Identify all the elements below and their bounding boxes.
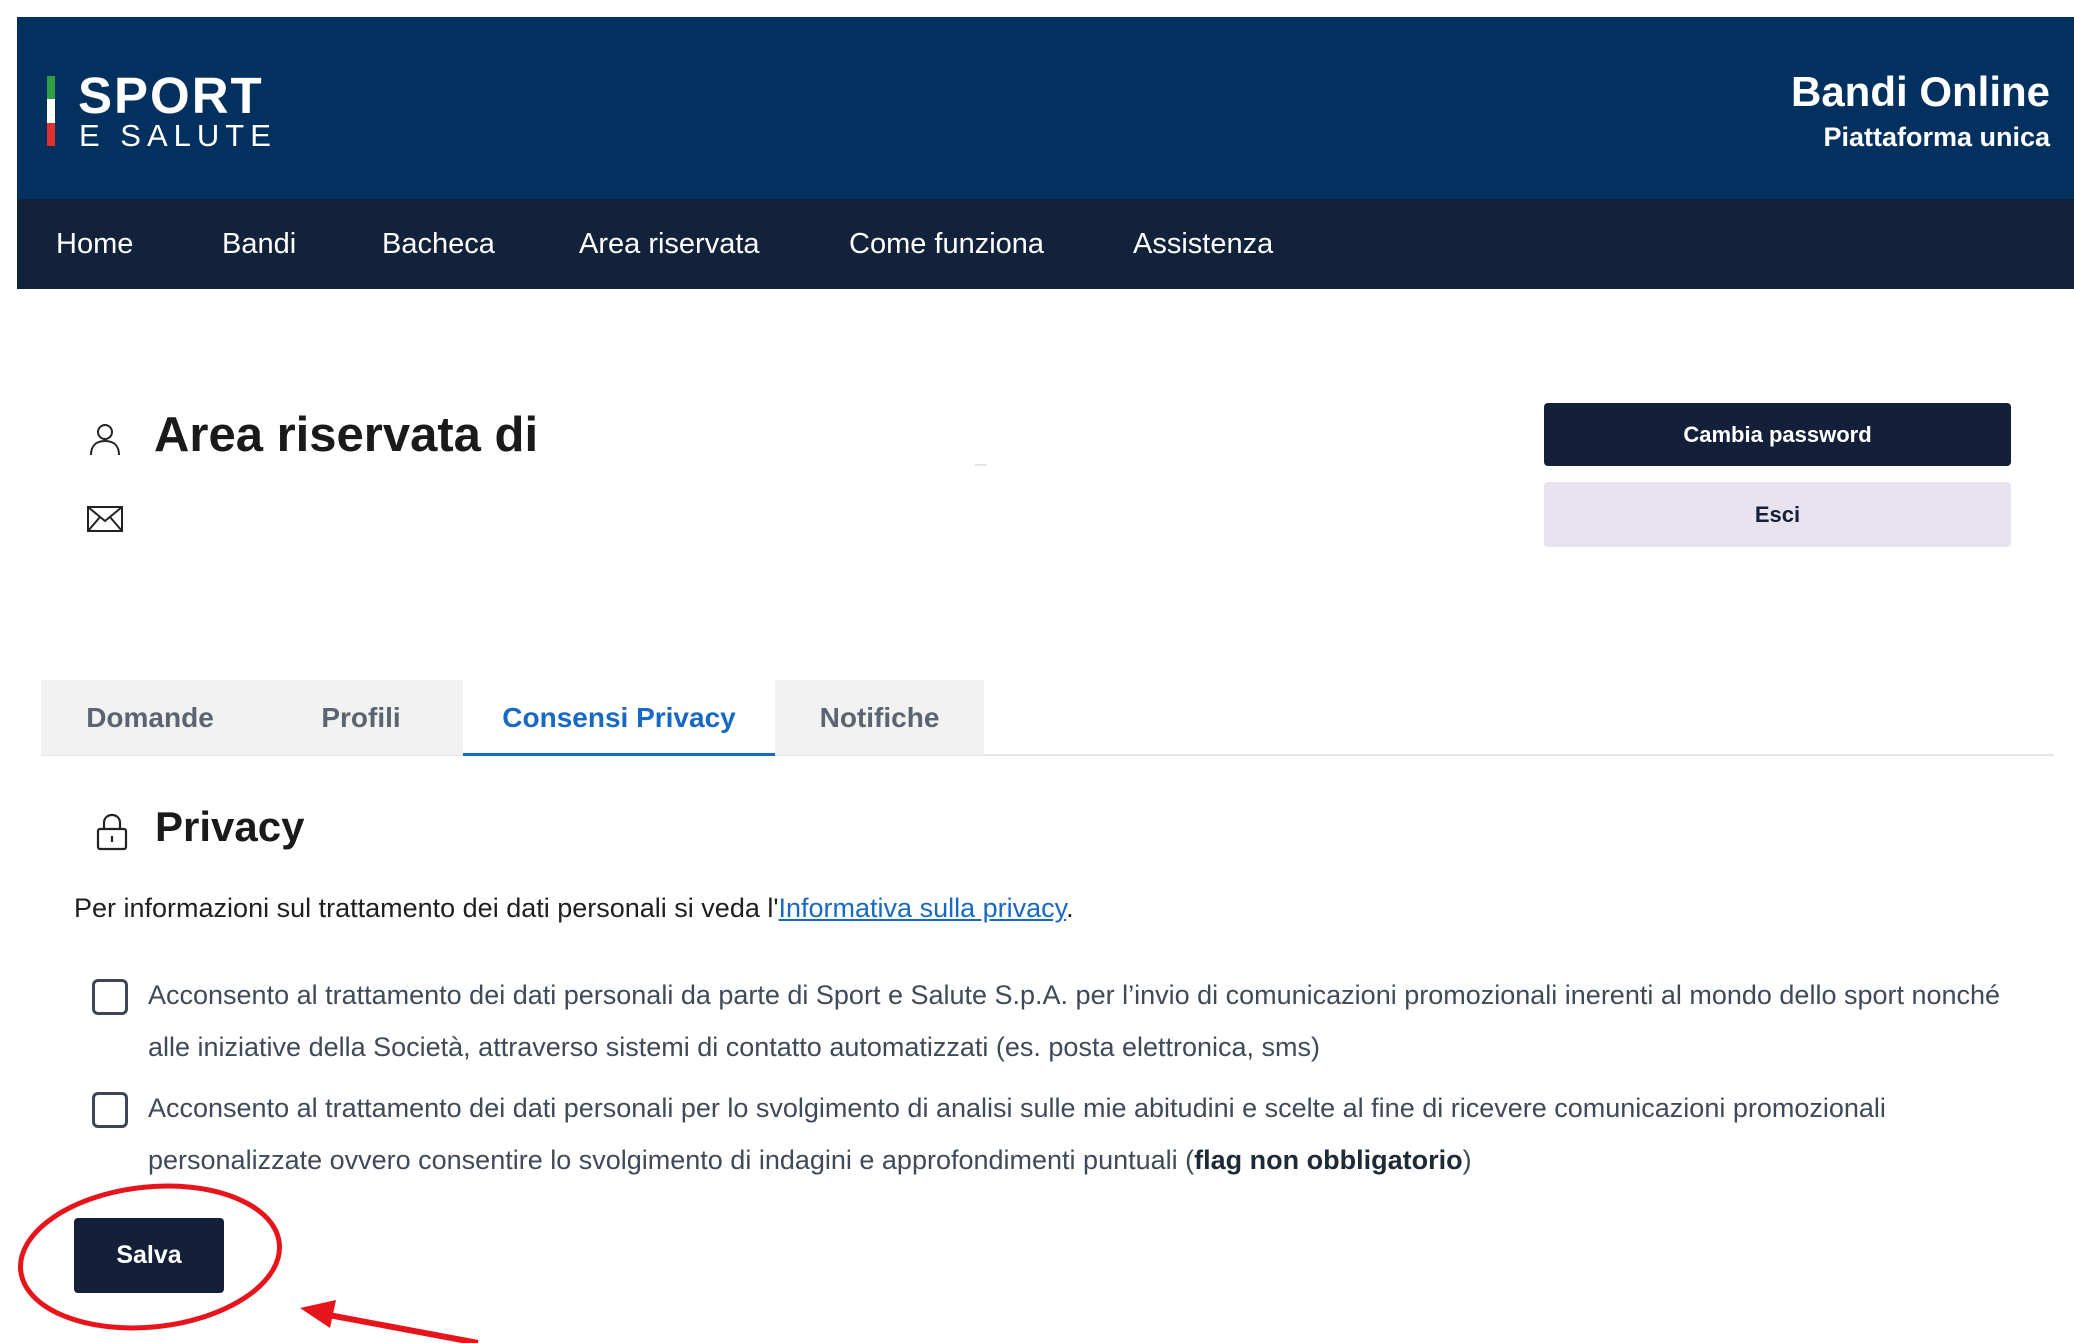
site-header: SPORT E SALUTE Bandi Online Piattaforma … — [17, 17, 2074, 199]
privacy-info-suffix: . — [1066, 893, 1074, 923]
privacy-info-text: Per informazioni sul trattamento dei dat… — [74, 890, 1074, 926]
logo-text-salute: E SALUTE — [79, 118, 277, 153]
consent-profiling-end: ) — [1462, 1145, 1472, 1175]
save-button[interactable]: Salva — [74, 1218, 224, 1293]
annotation-arrow-head — [300, 1300, 336, 1328]
nav-bacheca[interactable]: Bacheca — [382, 199, 495, 289]
nav-bandi[interactable]: Bandi — [222, 199, 296, 289]
annotation-arrow-line — [317, 1310, 479, 1343]
divider — [975, 464, 987, 466]
brand-subtitle: Piattaforma unica — [1823, 122, 2050, 152]
consent-marketing-label[interactable]: Acconsento al trattamento dei dati perso… — [148, 969, 2018, 1073]
brand-block: Bandi Online Piattaforma unica — [1791, 67, 2050, 157]
change-password-button[interactable]: Cambia password — [1544, 403, 2011, 466]
main-navigation: Home Bandi Bacheca Area riservata Come f… — [17, 199, 2074, 289]
privacy-heading: Privacy — [155, 803, 305, 850]
page-title: Area riservata di — [154, 408, 539, 462]
tab-domande[interactable]: Domande — [41, 680, 259, 755]
italian-flag-stripe — [47, 76, 55, 146]
consent-profiling-checkbox[interactable] — [92, 1092, 128, 1128]
consent-marketing-checkbox[interactable] — [92, 979, 128, 1015]
nav-area-riservata[interactable]: Area riservata — [579, 199, 760, 289]
privacy-policy-link[interactable]: Informativa sulla privacy — [779, 893, 1067, 923]
nav-come-funziona[interactable]: Come funziona — [849, 199, 1044, 289]
tab-profili[interactable]: Profili — [259, 680, 463, 755]
profile-tabs: Domande Profili Consensi Privacy Notific… — [41, 680, 2054, 756]
optional-flag-note: flag non obbligatorio — [1194, 1145, 1463, 1175]
tab-consensi-privacy[interactable]: Consensi Privacy — [463, 680, 775, 756]
logout-button[interactable]: Esci — [1544, 482, 2011, 547]
lock-icon — [95, 812, 129, 852]
brand-title: Bandi Online — [1790, 68, 2050, 115]
consent-item-marketing: Acconsento al trattamento dei dati perso… — [92, 977, 2032, 1077]
nav-home[interactable]: Home — [56, 199, 133, 289]
consent-profiling-label[interactable]: Acconsento al trattamento dei dati perso… — [148, 1082, 2018, 1186]
nav-assistenza[interactable]: Assistenza — [1133, 199, 1273, 289]
consent-item-profiling: Acconsento al trattamento dei dati perso… — [92, 1090, 2032, 1190]
mail-icon — [86, 505, 124, 533]
user-icon — [87, 421, 123, 457]
tab-notifiche[interactable]: Notifiche — [775, 680, 984, 755]
consent-profiling-text: Acconsento al trattamento dei dati perso… — [148, 1093, 1886, 1175]
logo-text-sport: SPORT — [78, 67, 264, 124]
privacy-info-prefix: Per informazioni sul trattamento dei dat… — [74, 893, 779, 923]
sport-e-salute-logo[interactable]: SPORT E SALUTE — [47, 68, 307, 153]
